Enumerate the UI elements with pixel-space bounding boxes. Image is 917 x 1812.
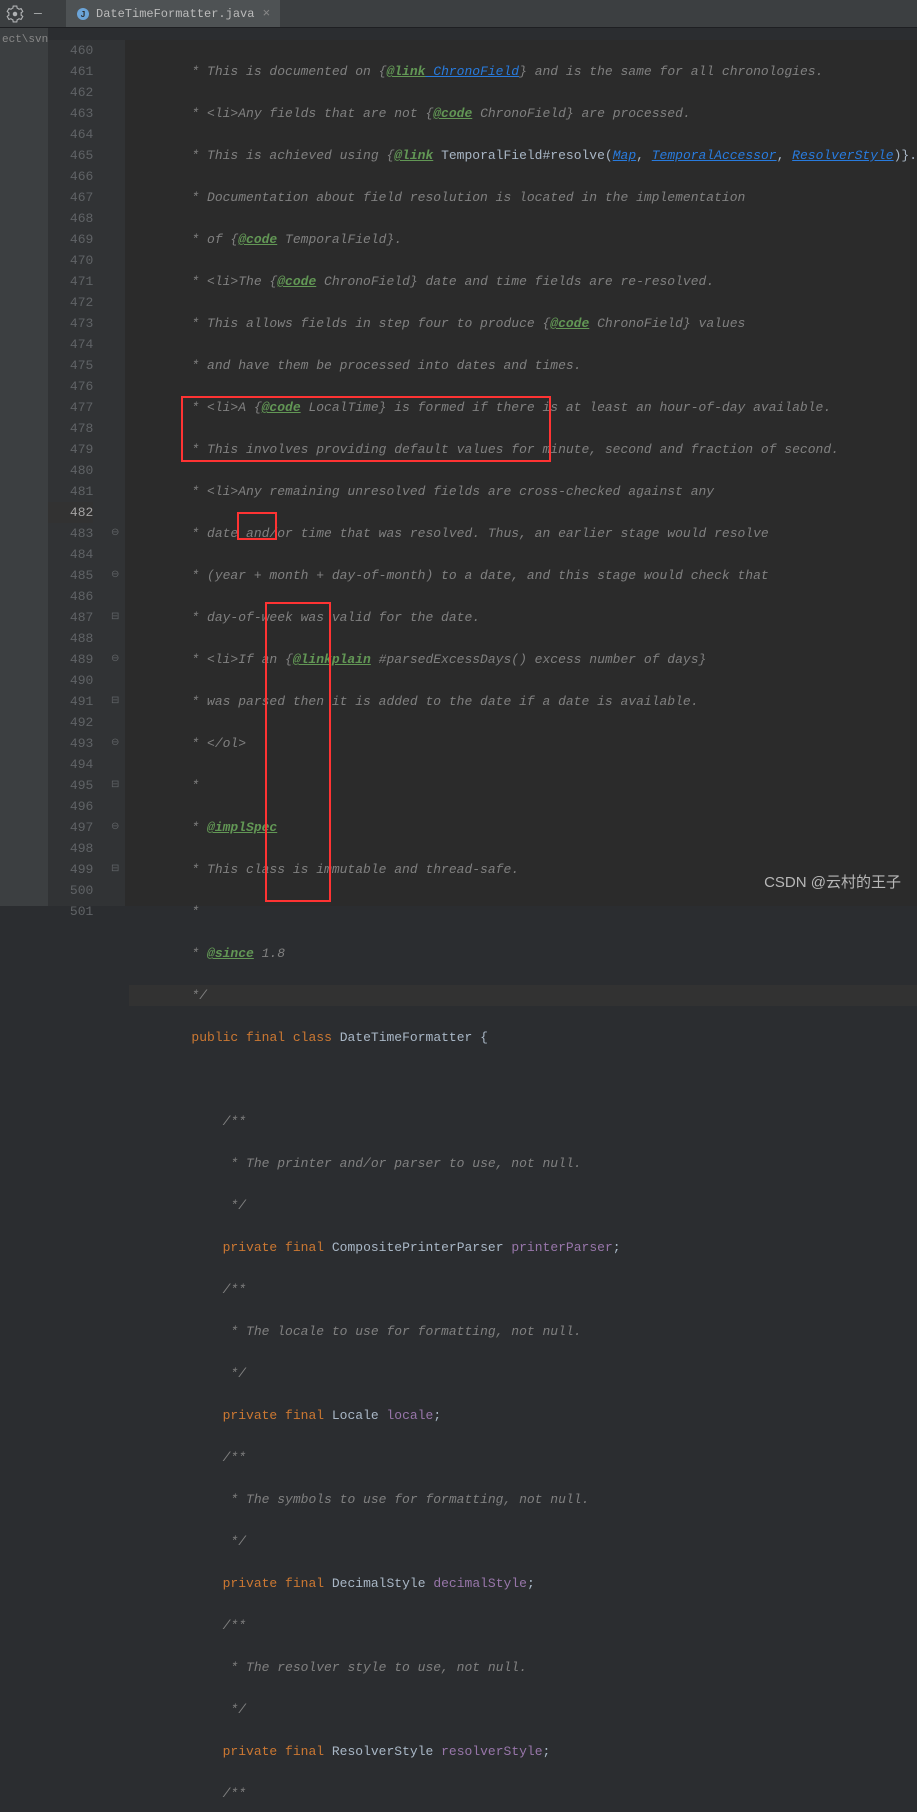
tab-filename: DateTimeFormatter.java (96, 7, 254, 21)
line-gutter: 4604614624634644654664674684694704714724… (48, 40, 105, 906)
titlebar: — J DateTimeFormatter.java × (0, 0, 917, 28)
file-tab[interactable]: J DateTimeFormatter.java × (66, 0, 280, 27)
tabs: J DateTimeFormatter.java × (66, 0, 280, 27)
project-path: ect\svnT (2, 34, 48, 46)
svg-text:J: J (81, 10, 85, 19)
close-icon[interactable]: × (262, 6, 270, 21)
gear-icon[interactable] (6, 5, 24, 23)
code-area[interactable]: * This is documented on {@link ChronoFie… (125, 40, 917, 906)
project-sidebar[interactable]: ect\svnT (0, 28, 48, 906)
java-file-icon: J (76, 7, 90, 21)
editor[interactable]: 4604614624634644654664674684694704714724… (48, 40, 917, 906)
fold-column[interactable]: ⊖⊖⊟⊖⊟⊖⊟⊖⊟ (105, 40, 125, 906)
watermark: CSDN @云村的王子 (764, 871, 901, 892)
minimize-icon[interactable]: — (34, 6, 48, 21)
